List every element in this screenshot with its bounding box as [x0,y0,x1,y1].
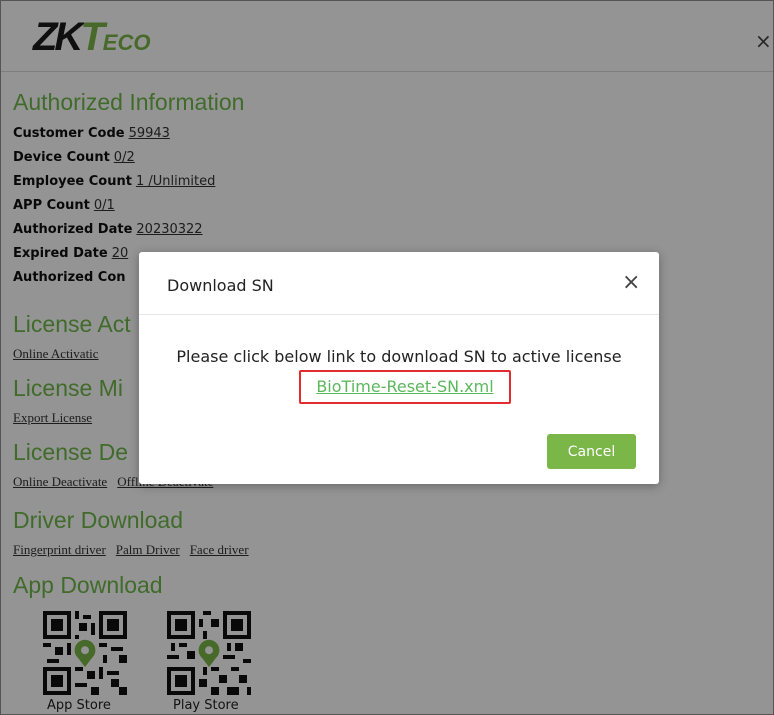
sn-download-link[interactable]: BioTime-Reset-SN.xml [301,377,509,396]
dialog-message: Please click below link to download SN t… [176,347,622,366]
dialog-title: Download SN [167,276,274,295]
sn-link-highlight: BioTime-Reset-SN.xml [299,370,511,404]
download-sn-dialog: Download SN × Please click below link to… [139,252,659,484]
license-window: ZKTECO × Authorized Information Customer… [0,0,774,715]
cancel-button[interactable]: Cancel [547,434,636,469]
dialog-close-icon[interactable]: × [622,272,640,294]
dialog-divider [139,314,659,315]
